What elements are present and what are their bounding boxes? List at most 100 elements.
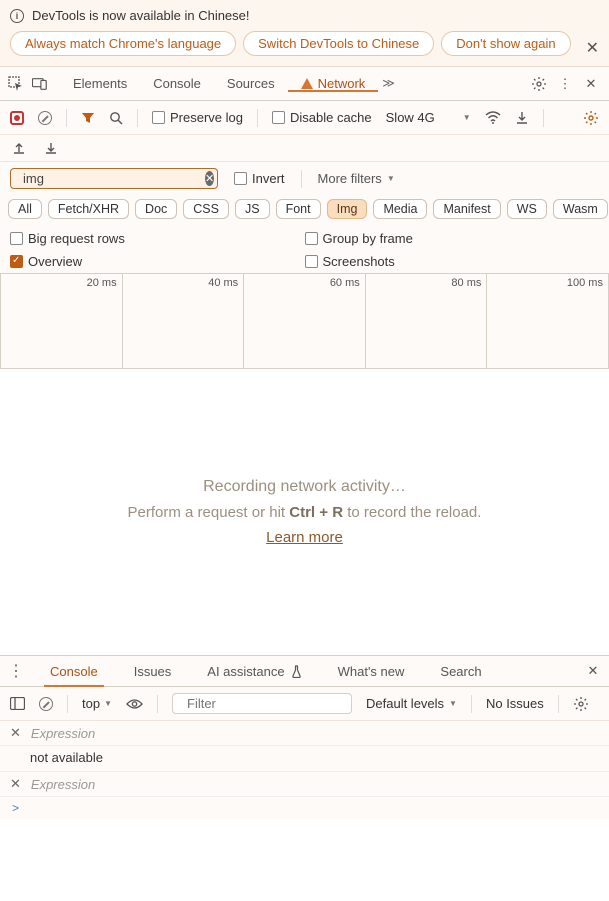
filter-toggle-icon[interactable] [81,111,95,125]
tab-network[interactable]: Network [288,76,379,91]
more-filters-dropdown[interactable]: More filters ▼ [318,171,395,186]
kebab-menu-icon[interactable]: ⋮ [557,76,573,92]
execution-context-select[interactable]: top ▼ [82,696,112,711]
big-request-rows-checkbox[interactable]: Big request rows [10,231,305,246]
time-tick: 80 ms [451,277,481,289]
checkbox-checked-icon [10,255,23,268]
filter-bar: ✕ Invert More filters ▼ [0,162,609,195]
flask-icon [291,665,302,678]
record-button[interactable] [10,111,24,125]
pill-ws[interactable]: WS [507,199,547,219]
settings-icon[interactable] [531,76,547,92]
no-issues-label: No Issues [486,696,544,711]
throttling-select[interactable]: Slow 4G ▼ [386,110,471,125]
main-tab-bar: Elements Console Sources Network ≫ ⋮ ✕ [0,67,609,101]
drawer-tab-console[interactable]: Console [32,656,116,686]
dropdown-icon: ▼ [104,699,112,708]
dropdown-icon: ▼ [449,699,457,708]
pill-wasm[interactable]: Wasm [553,199,608,219]
tab-sources[interactable]: Sources [214,76,288,91]
console-filter-input[interactable] [187,696,363,711]
filter-input-wrap[interactable]: ✕ [10,168,218,189]
clear-button[interactable] [38,111,52,125]
checkbox-icon [10,232,23,245]
more-filters-label: More filters [318,171,382,186]
time-tick: 100 ms [567,277,603,289]
always-match-language-button[interactable]: Always match Chrome's language [10,31,236,56]
warning-icon [301,78,313,89]
divider [471,695,472,713]
network-settings-icon[interactable] [583,110,599,126]
prompt-caret: > [12,801,19,815]
empty-title: Recording network activity… [203,478,406,496]
network-options: Big request rows Overview Group by frame… [0,227,609,273]
pill-media[interactable]: Media [373,199,427,219]
filter-input[interactable] [23,171,199,186]
devtools-infobar: i DevTools is now available in Chinese! … [0,0,609,67]
learn-more-link[interactable]: Learn more [266,529,343,546]
close-devtools-icon[interactable]: ✕ [583,76,599,92]
switch-to-chinese-button[interactable]: Switch DevTools to Chinese [243,31,434,56]
drawer-tab-search[interactable]: Search [422,656,499,686]
drawer-tab-ai-assistance[interactable]: AI assistance [189,656,319,686]
screenshots-checkbox[interactable]: Screenshots [305,254,600,269]
checkbox-icon [305,255,318,268]
live-expression-row[interactable]: ✕ Expression [0,721,609,746]
big-rows-label: Big request rows [28,231,125,246]
divider [66,109,67,127]
overview-checkbox[interactable]: Overview [10,254,305,269]
timeline-overview[interactable]: 20 ms 40 ms 60 ms 80 ms 100 ms [0,273,609,369]
clear-console-button[interactable] [39,697,53,711]
network-conditions-icon[interactable] [485,111,501,125]
tab-elements[interactable]: Elements [60,76,140,91]
drawer-kebab-icon[interactable]: ⋮ [8,661,24,681]
more-tabs-icon[interactable]: ≫ [378,76,399,91]
search-icon[interactable] [109,111,123,125]
log-levels-select[interactable]: Default levels ▼ [366,696,457,711]
pill-doc[interactable]: Doc [135,199,177,219]
drawer-tab-bar: ⋮ Console Issues AI assistance What's ne… [0,655,609,687]
dont-show-again-button[interactable]: Don't show again [441,31,570,56]
console-sidebar-icon[interactable] [10,697,25,710]
remove-expression-icon[interactable]: ✕ [10,725,21,741]
drawer-tab-issues[interactable]: Issues [116,656,190,686]
pill-js[interactable]: JS [235,199,270,219]
pill-img[interactable]: Img [327,199,368,219]
pill-all[interactable]: All [8,199,42,219]
console-settings-icon[interactable] [573,696,589,712]
device-toolbar-icon[interactable] [32,76,48,92]
preserve-log-checkbox[interactable]: Preserve log [152,110,243,125]
infobar-title: DevTools is now available in Chinese! [32,8,250,23]
preserve-log-label: Preserve log [170,110,243,125]
inspect-element-icon[interactable] [8,76,24,92]
console-prompt[interactable]: > [0,797,609,819]
network-toolbar: Preserve log Disable cache Slow 4G ▼ [0,101,609,135]
clear-filter-icon[interactable]: ✕ [205,171,214,186]
download-icon[interactable] [44,141,58,155]
time-tick: 40 ms [208,277,238,289]
empty-subtitle: Perform a request or hit Ctrl + R to rec… [128,504,482,521]
live-expression-row[interactable]: ✕ Expression [0,772,609,797]
divider [67,695,68,713]
pill-css[interactable]: CSS [183,199,229,219]
time-tick: 20 ms [87,277,117,289]
drawer-tab-whats-new[interactable]: What's new [320,656,423,686]
infobar-close-icon[interactable]: ✕ [586,38,599,58]
live-expression-icon[interactable] [126,698,143,710]
import-har-icon[interactable] [515,111,529,125]
invert-checkbox[interactable]: Invert [234,171,285,186]
close-drawer-icon[interactable]: ✕ [585,663,601,679]
pill-font[interactable]: Font [276,199,321,219]
group-by-frame-label: Group by frame [323,231,413,246]
pill-fetch-xhr[interactable]: Fetch/XHR [48,199,129,219]
screenshots-label: Screenshots [323,254,395,269]
tab-console[interactable]: Console [140,76,214,91]
console-filter-wrap[interactable] [172,693,352,714]
invert-label: Invert [252,171,285,186]
disable-cache-checkbox[interactable]: Disable cache [272,110,372,125]
pill-manifest[interactable]: Manifest [433,199,500,219]
group-by-frame-checkbox[interactable]: Group by frame [305,231,600,246]
remove-expression-icon[interactable]: ✕ [10,776,21,792]
upload-icon[interactable] [12,141,26,155]
tab-network-label: Network [318,76,366,91]
